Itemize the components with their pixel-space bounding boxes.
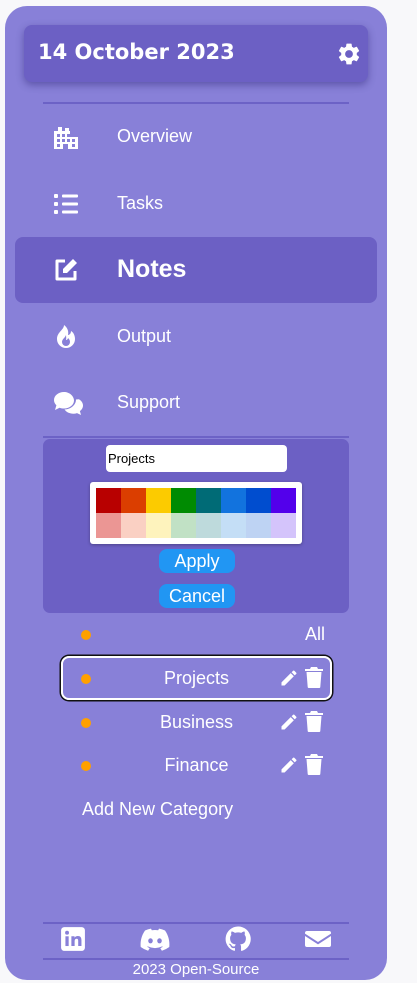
category-item-all[interactable]: All <box>61 612 332 656</box>
trash-icon[interactable] <box>305 667 323 688</box>
color-swatch[interactable] <box>221 513 246 538</box>
building-icon <box>54 127 78 149</box>
pencil-icon[interactable] <box>279 668 299 688</box>
nav-label: Support <box>117 392 181 412</box>
color-swatch[interactable] <box>196 488 221 513</box>
nav-item-overview[interactable]: Overview <box>15 104 377 170</box>
category-name-input[interactable] <box>106 445 287 472</box>
pencil-icon[interactable] <box>279 755 299 775</box>
pencil-icon[interactable] <box>279 712 299 732</box>
color-swatch[interactable] <box>96 513 121 538</box>
list-icon <box>54 194 78 214</box>
edit-icon <box>55 259 77 281</box>
date-title: 14 October 2023 <box>38 40 235 64</box>
nav-item-support[interactable]: Support <box>15 370 377 436</box>
github-icon[interactable] <box>225 926 251 952</box>
apply-button[interactable]: Apply <box>159 549 235 573</box>
category-label: All <box>304 624 325 644</box>
trash-icon[interactable] <box>305 754 323 775</box>
discord-icon[interactable] <box>140 926 170 952</box>
color-swatch[interactable] <box>121 513 146 538</box>
footer-text: 2023 Open-Source <box>132 961 260 978</box>
color-swatch[interactable] <box>271 513 296 538</box>
nav-label: Notes <box>117 255 187 283</box>
trash-icon[interactable] <box>305 711 323 732</box>
add-category-button[interactable]: Add New Category <box>82 799 233 820</box>
color-swatch[interactable] <box>96 488 121 513</box>
cancel-button[interactable]: Cancel <box>159 584 235 608</box>
nav-item-notes[interactable]: Notes <box>15 237 377 303</box>
nav-label: Output <box>117 326 172 346</box>
nav-item-output[interactable]: Output <box>15 304 377 370</box>
nav-item-tasks[interactable]: Tasks <box>15 171 377 237</box>
color-swatch[interactable] <box>171 513 196 538</box>
divider <box>43 922 349 924</box>
nav-label: Tasks <box>117 193 164 213</box>
color-swatch[interactable] <box>121 488 146 513</box>
divider <box>43 958 349 960</box>
fire-icon <box>57 325 75 348</box>
color-swatch[interactable] <box>246 513 271 538</box>
color-swatch[interactable] <box>246 488 271 513</box>
mail-icon[interactable] <box>305 926 331 952</box>
chat-icon <box>54 392 83 415</box>
date-header: 14 October 2023 <box>24 25 368 82</box>
nav-label: Overview <box>117 126 193 146</box>
category-item-projects[interactable]: Projects <box>61 656 332 700</box>
color-swatch[interactable] <box>171 488 196 513</box>
gear-icon[interactable] <box>336 41 362 67</box>
color-swatch[interactable] <box>146 513 171 538</box>
category-item-finance[interactable]: Finance <box>61 743 332 787</box>
sidebar: 14 October 2023 Overview Tasks Notes Out… <box>5 6 387 980</box>
divider <box>43 436 349 438</box>
color-swatch[interactable] <box>146 488 171 513</box>
color-swatch[interactable] <box>221 488 246 513</box>
category-editor: Apply Cancel <box>43 439 349 613</box>
color-swatch-picker <box>90 482 302 544</box>
linkedin-icon[interactable] <box>60 926 86 952</box>
category-item-business[interactable]: Business <box>61 700 332 744</box>
color-swatch[interactable] <box>271 488 296 513</box>
color-swatch[interactable] <box>196 513 221 538</box>
